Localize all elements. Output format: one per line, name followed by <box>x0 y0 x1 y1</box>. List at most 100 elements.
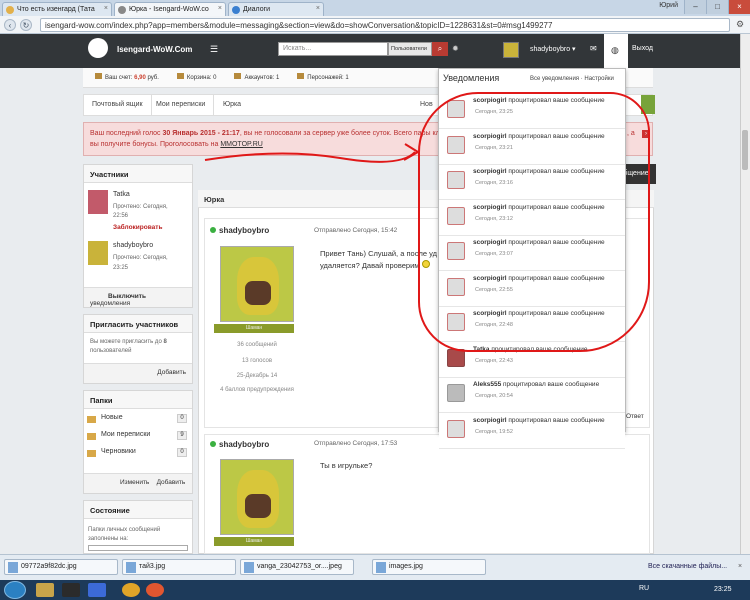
notifications-links: Все уведомления · Настройки <box>530 76 614 82</box>
all-downloads-link[interactable]: Все скачанные файлы... <box>648 563 727 570</box>
message-body: Ты в игрульке? <box>320 461 373 470</box>
globe-icon[interactable]: ◍ <box>611 45 619 56</box>
rank-bar: Шаман <box>214 537 294 546</box>
app-icon[interactable] <box>122 583 140 597</box>
notifications-title: Уведомления <box>443 73 500 83</box>
folder-new[interactable]: Новые 0 <box>87 414 191 426</box>
download-item[interactable]: 09772a9f82dc.jpg <box>4 559 118 575</box>
accounts-icon <box>234 73 242 79</box>
taskbar <box>0 580 750 600</box>
all-notifications-link[interactable]: Все уведомления <box>530 76 579 82</box>
tab-label: Что есть изенгард (Тата <box>17 6 95 13</box>
scrollbar[interactable] <box>740 34 750 554</box>
notification-item[interactable]: scorpiogirl процитировал ваше сообщение С… <box>439 413 625 449</box>
post-date: Отправлено Сегодня, 15:42 <box>314 227 398 234</box>
image-file-icon <box>244 562 254 573</box>
participant-name[interactable]: shadyboybro <box>113 242 153 249</box>
clock: 23:25 <box>714 586 732 593</box>
close-icon[interactable]: × <box>218 5 222 12</box>
logout-link[interactable]: Выход <box>632 45 653 52</box>
messages-icon[interactable]: ✉ <box>590 44 597 53</box>
read-time: 23:25 <box>113 265 129 271</box>
close-icon[interactable]: × <box>316 5 320 12</box>
browser-tab-2[interactable]: Юрка - Isengard-WoW.co × <box>114 2 226 16</box>
close-icon[interactable]: × <box>738 563 742 570</box>
browser-tab-1[interactable]: Что есть изенгард (Тата × <box>2 2 112 16</box>
account-balance[interactable]: Ваш счет: 6,90 руб. <box>95 73 159 82</box>
participant-name[interactable]: Tatka <box>113 191 130 198</box>
panel-title: Папки <box>84 391 192 409</box>
add-folder-button[interactable]: Добавить <box>157 479 186 486</box>
site-logo-icon[interactable] <box>88 38 108 58</box>
search-icon[interactable]: ⌕ <box>432 42 448 56</box>
search-input[interactable]: Искать... <box>278 42 388 56</box>
notification-avatar[interactable] <box>447 384 465 402</box>
back-icon[interactable]: ‹ <box>4 19 16 31</box>
download-item[interactable]: vanga_23042753_or....jpeg <box>240 559 354 575</box>
notification-time: Сегодня, 19:52 <box>475 428 513 435</box>
close-window-icon[interactable]: × <box>728 0 750 14</box>
post-author[interactable]: shadyboybro <box>210 226 269 235</box>
post-avatar[interactable] <box>220 246 294 322</box>
close-icon[interactable]: × <box>104 5 108 12</box>
gear-icon[interactable]: ✹ <box>452 44 459 53</box>
search-scope-select[interactable]: Пользователи <box>388 42 432 56</box>
invite-add-button[interactable]: Добавить <box>84 363 192 383</box>
panel-title: Пригласить участников <box>84 315 192 333</box>
characters-link[interactable]: Персонажей: 1 <box>297 73 349 82</box>
language-indicator[interactable]: RU <box>639 585 649 592</box>
menu-icon[interactable]: ☰ <box>210 44 218 55</box>
notification-item[interactable]: Aleks555 процитировал ваше сообщение Сего… <box>439 378 625 413</box>
cart-link[interactable]: Корзина: 0 <box>176 73 216 82</box>
notifications-toggle[interactable]: Выключить уведомления <box>84 287 192 307</box>
block-link[interactable]: Заблокировать <box>113 224 162 231</box>
cart-icon <box>176 73 184 79</box>
post-author[interactable]: shadyboybro <box>210 440 269 449</box>
notification-text: Aleks555 процитировал ваше сообщение <box>473 381 600 388</box>
site-logo-text[interactable]: Isengard-WoW.Com <box>117 45 192 54</box>
join-date: 25-Декабрь 14 <box>236 373 278 379</box>
read-status: Прочтено: Сегодня, <box>113 255 168 261</box>
folder-drafts[interactable]: Черновики 0 <box>87 448 191 460</box>
start-button-icon[interactable] <box>4 581 26 599</box>
tab-label: Юрка - Isengard-WoW.co <box>129 6 209 13</box>
tab-label: Диалоги <box>243 6 271 13</box>
image-file-icon <box>126 562 136 573</box>
votes-count: 13 голосов <box>241 358 273 364</box>
post-reply-link[interactable]: Ответ <box>626 413 644 420</box>
accounts-link[interactable]: Аккаунтов: 1 <box>234 73 279 82</box>
wrench-icon[interactable]: ⚙ <box>736 19 744 30</box>
word-icon[interactable] <box>88 583 106 597</box>
media-player-icon[interactable] <box>62 583 80 597</box>
address-bar[interactable]: isengard-wow.com/index.php?app=members&m… <box>40 18 730 32</box>
breadcrumb-inbox[interactable]: Почтовый ящик <box>84 95 152 115</box>
warning-points: 4 баллов предупреждения <box>220 387 294 393</box>
explorer-icon[interactable] <box>36 583 54 597</box>
maximize-icon[interactable]: □ <box>706 0 728 14</box>
folders-footer: Изменить Добавить <box>84 473 192 493</box>
online-indicator <box>210 441 216 447</box>
folder-conversations[interactable]: Мои переписки 9 <box>87 431 191 443</box>
image-file-icon <box>376 562 386 573</box>
avatar[interactable] <box>88 241 108 265</box>
avatar[interactable] <box>88 190 108 214</box>
download-item[interactable]: тай3.jpg <box>122 559 236 575</box>
download-item[interactable]: images.jpg <box>372 559 486 575</box>
minimize-icon[interactable]: – <box>684 0 706 14</box>
notification-avatar[interactable] <box>447 419 465 438</box>
post-date: Отправлено Сегодня, 17:53 <box>314 440 398 447</box>
notification-settings-link[interactable]: Настройки <box>584 76 613 82</box>
chrome-icon[interactable] <box>146 583 164 597</box>
scrollbar-thumb[interactable] <box>742 130 748 170</box>
avatar[interactable] <box>503 42 519 58</box>
post-count: 36 сообщений <box>237 342 277 348</box>
edit-folders-button[interactable]: Изменить <box>120 479 149 486</box>
notification-text: scorpiogirl процитировал ваше сообщение <box>473 416 605 424</box>
folder-icon <box>87 433 96 440</box>
reload-icon[interactable]: ↻ <box>20 19 32 31</box>
user-menu[interactable]: shadyboybro ▾ <box>530 45 576 53</box>
post-avatar[interactable] <box>220 459 294 535</box>
rank-bar: Шаман <box>214 324 294 333</box>
browser-tab-3[interactable]: Диалоги × <box>228 2 324 16</box>
breadcrumb-conversations[interactable]: Мои переписки <box>148 95 215 115</box>
